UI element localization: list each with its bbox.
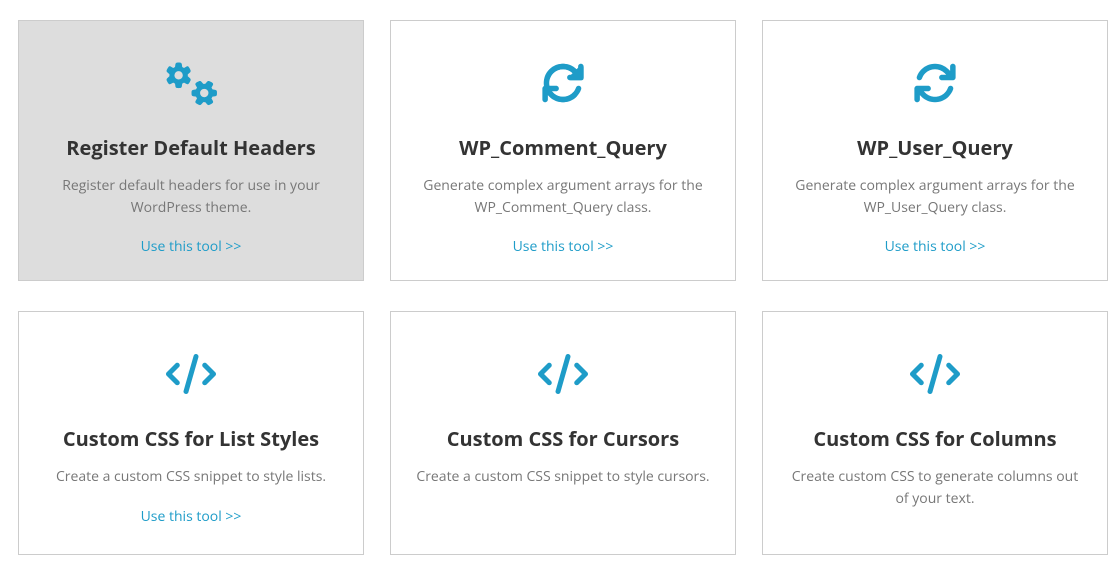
card-title: Custom CSS for Cursors (413, 426, 713, 452)
tool-card-css-list-styles[interactable]: Custom CSS for List Styles Create a cust… (18, 311, 364, 554)
use-tool-link[interactable]: Use this tool >> (513, 237, 614, 256)
tool-card-wp-user-query[interactable]: WP_User_Query Generate complex argument … (762, 20, 1108, 281)
card-description: Create custom CSS to generate columns ou… (785, 466, 1085, 509)
card-description: Generate complex argument arrays for the… (785, 175, 1085, 218)
tool-card-css-cursors[interactable]: Custom CSS for Cursors Create a custom C… (390, 311, 736, 554)
use-tool-link[interactable]: Use this tool >> (885, 237, 986, 256)
tool-card-wp-comment-query[interactable]: WP_Comment_Query Generate complex argume… (390, 20, 736, 281)
card-description: Register default headers for use in your… (41, 175, 341, 218)
refresh-icon (785, 51, 1085, 115)
tool-card-register-default-headers[interactable]: Register Default Headers Register defaul… (18, 20, 364, 281)
tool-cards-grid: Register Default Headers Register defaul… (18, 20, 1094, 555)
card-title: Register Default Headers (41, 135, 341, 161)
tool-card-css-columns[interactable]: Custom CSS for Columns Create custom CSS… (762, 311, 1108, 554)
card-description: Generate complex argument arrays for the… (413, 175, 713, 218)
gears-icon (41, 51, 341, 115)
use-tool-link[interactable]: Use this tool >> (141, 237, 242, 256)
refresh-icon (413, 51, 713, 115)
code-icon (785, 342, 1085, 406)
card-title: Custom CSS for Columns (785, 426, 1085, 452)
card-description: Create a custom CSS snippet to style lis… (41, 466, 341, 488)
card-title: WP_Comment_Query (413, 135, 713, 161)
card-description: Create a custom CSS snippet to style cur… (413, 466, 713, 488)
card-title: Custom CSS for List Styles (41, 426, 341, 452)
use-tool-link[interactable]: Use this tool >> (141, 507, 242, 526)
card-title: WP_User_Query (785, 135, 1085, 161)
code-icon (41, 342, 341, 406)
code-icon (413, 342, 713, 406)
